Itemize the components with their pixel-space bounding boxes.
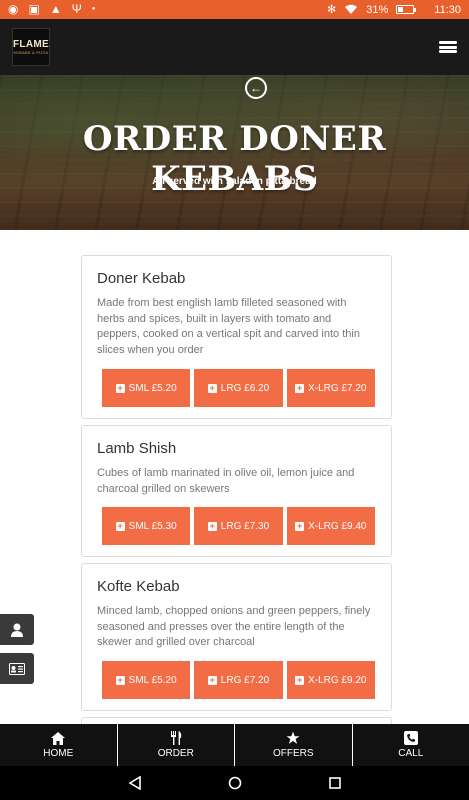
- menu-item-card: Kofte Kebab Minced lamb, chopped onions …: [81, 563, 392, 711]
- price-label: SML £5.20: [128, 674, 177, 686]
- shield-icon: ◉: [8, 2, 19, 16]
- price-options: + SML £5.30 + LRG £7.30 + X-LRG £9.40: [102, 507, 375, 545]
- nav-order[interactable]: ORDER: [118, 724, 235, 766]
- menu-item-card-partial: [81, 717, 392, 724]
- plus-icon: +: [207, 520, 217, 531]
- nav-label: CALL: [398, 748, 424, 759]
- square-recents-icon: [328, 777, 341, 789]
- menu-list[interactable]: Doner Kebab Made from best english lamb …: [0, 230, 469, 724]
- nav-label: OFFERS: [272, 748, 314, 759]
- nav-offers[interactable]: OFFERS: [235, 724, 353, 766]
- menu-item-name: Lamb Shish: [97, 440, 177, 457]
- price-label: X-LRG £7.20: [308, 382, 367, 394]
- back-arrow-icon[interactable]: ←: [245, 77, 267, 99]
- nav-label: ORDER: [157, 748, 194, 759]
- home-icon: [51, 731, 66, 745]
- price-label: X-LRG £9.20: [308, 674, 367, 686]
- bottom-nav: HOME ORDER OFFERS CALL: [0, 724, 469, 766]
- plus-icon: +: [115, 674, 125, 685]
- plus-icon: +: [295, 520, 305, 531]
- nav-label: HOME: [43, 747, 74, 759]
- price-label: LRG £7.20: [220, 674, 270, 686]
- plus-icon: +: [207, 382, 217, 393]
- plus-icon: +: [115, 382, 125, 393]
- add-xlrg-button[interactable]: + X-LRG £9.20: [286, 661, 375, 699]
- system-nav-bar: [0, 766, 469, 800]
- page-title: ORDER DONER KEBABS: [82, 119, 387, 199]
- nav-home[interactable]: HOME: [0, 724, 118, 766]
- add-sml-button[interactable]: + SML £5.20: [102, 661, 191, 699]
- add-xlrg-button[interactable]: + X-LRG £7.20: [286, 369, 375, 407]
- triangle-back-icon: [127, 776, 141, 790]
- menu-item-description: Minced lamb, chopped onions and green pe…: [97, 605, 371, 648]
- add-lrg-button[interactable]: + LRG £6.20: [194, 369, 283, 407]
- price-label: SML £5.30: [128, 520, 177, 532]
- user-icon: [11, 623, 23, 637]
- price-label: X-LRG £9.40: [308, 520, 367, 532]
- wifi-icon: [345, 4, 358, 14]
- cutlery-icon: [170, 731, 181, 745]
- add-lrg-button[interactable]: + LRG £7.30: [194, 507, 283, 545]
- system-recents-button[interactable]: [285, 766, 385, 800]
- system-home-button[interactable]: [185, 766, 285, 800]
- menu-item-description: Made from best english lamb filleted sea…: [97, 297, 360, 356]
- price-label: LRG £6.20: [220, 382, 270, 394]
- phone-icon: [403, 731, 418, 745]
- logo-text: FLAME: [13, 39, 49, 50]
- add-sml-button[interactable]: + SML £5.20: [102, 369, 191, 407]
- plus-icon: +: [207, 674, 217, 685]
- status-right: ✻ 31% 11:30: [327, 3, 461, 17]
- menu-item-card: Lamb Shish Cubes of lamb marinated in ol…: [81, 425, 392, 557]
- add-lrg-button[interactable]: + LRG £7.20: [194, 661, 283, 699]
- hero-banner: ← ORDER DONER KEBABS All served with sal…: [0, 75, 469, 230]
- add-sml-button[interactable]: + SML £5.30: [102, 507, 191, 545]
- hamburger-icon[interactable]: [439, 41, 457, 53]
- system-back-button[interactable]: [85, 766, 185, 800]
- price-label: SML £5.20: [128, 382, 177, 394]
- plus-icon: +: [295, 382, 305, 393]
- menu-item-name: Kofte Kebab: [97, 578, 180, 595]
- menu-item-name: Doner Kebab: [97, 270, 186, 287]
- warning-icon: ▲: [49, 2, 62, 16]
- usb-icon: Ψ: [71, 2, 82, 16]
- status-left: ◉ ▣ ▲ Ψ ●: [8, 0, 95, 19]
- app-header: FLAME KEBABS & PIZZA: [0, 19, 469, 75]
- plus-icon: +: [295, 674, 305, 685]
- status-bar: ◉ ▣ ▲ Ψ ● ✻ 31% 11:30: [0, 0, 469, 19]
- nav-call[interactable]: CALL: [353, 724, 469, 766]
- menu-item-card: Doner Kebab Made from best english lamb …: [81, 255, 392, 419]
- logo[interactable]: FLAME KEBABS & PIZZA: [12, 28, 50, 66]
- id-card-icon: [9, 662, 25, 675]
- account-tab[interactable]: [0, 614, 34, 645]
- clock: 11:30: [434, 3, 461, 16]
- bluetooth-icon: ✻: [327, 4, 337, 16]
- contact-card-tab[interactable]: [0, 653, 34, 684]
- price-options: + SML £5.20 + LRG £7.20 + X-LRG £9.20: [102, 661, 375, 699]
- battery-icon: [396, 5, 417, 14]
- page-subtitle: All served with salad in pitta bread: [152, 176, 317, 187]
- price-options: + SML £5.20 + LRG £6.20 + X-LRG £7.20: [102, 369, 375, 407]
- battery-percent: 31%: [366, 3, 389, 16]
- dot-icon: ●: [91, 6, 96, 12]
- menu-item-description: Cubes of lamb marinated in olive oil, le…: [97, 467, 355, 495]
- plus-icon: +: [115, 520, 125, 531]
- image-icon: ▣: [28, 2, 40, 16]
- price-label: LRG £7.30: [220, 520, 270, 532]
- star-icon: [286, 731, 300, 744]
- add-xlrg-button[interactable]: + X-LRG £9.40: [286, 507, 375, 545]
- circle-home-icon: [228, 776, 241, 790]
- logo-subtext: KEBABS & PIZZA: [13, 50, 49, 55]
